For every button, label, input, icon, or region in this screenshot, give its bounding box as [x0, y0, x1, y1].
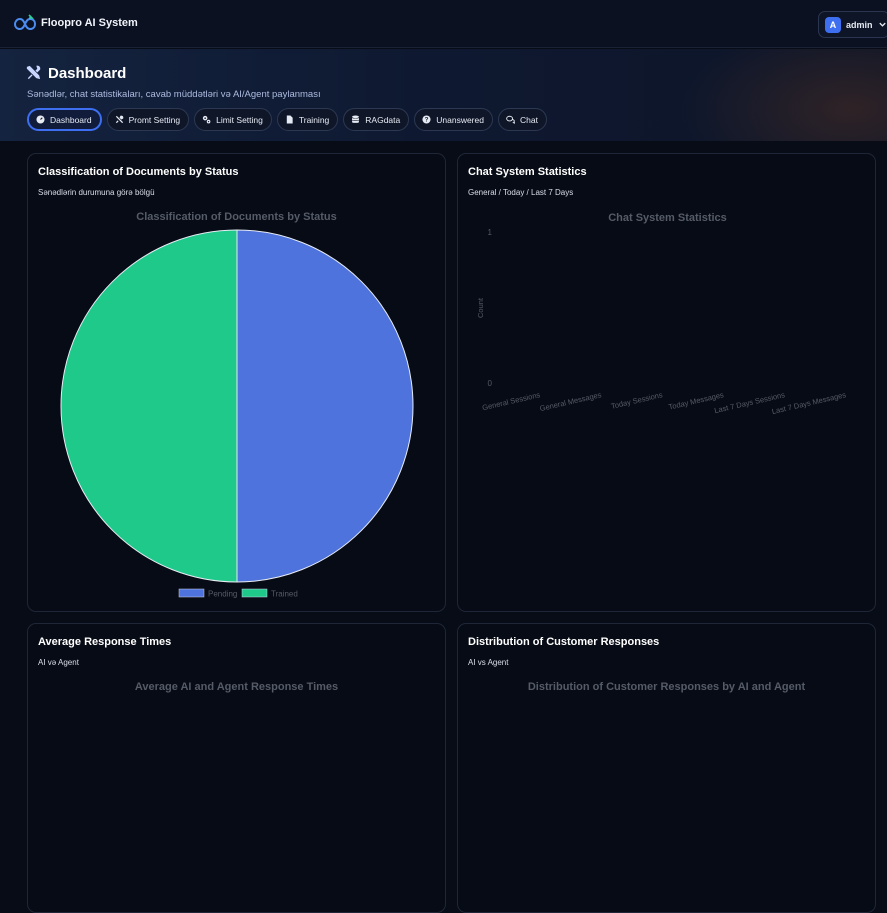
tab-label: Promt Setting [128, 114, 181, 125]
user-name: admin [846, 19, 873, 30]
pie-slice-trained[interactable] [60, 229, 238, 583]
file-icon [286, 115, 293, 124]
card-subtitle: AI vs Agent [468, 658, 509, 667]
pie-slice-pending[interactable] [236, 229, 414, 583]
tools-icon [26, 65, 41, 80]
tab-limit-setting[interactable]: Limit Setting [194, 108, 272, 131]
tab-promt-setting[interactable]: Promt Setting [106, 108, 190, 131]
card-title: Distribution of Customer Responses [468, 636, 660, 648]
app-title: Floopro AI System [41, 17, 138, 29]
x-tick-label: General Messages [539, 390, 603, 413]
tab-training[interactable]: Training [276, 108, 339, 131]
top-bar: Floopro AI System A admin [0, 0, 887, 48]
question-icon: ? [422, 115, 431, 124]
chat-statistics-bar-chart: 0 1 Count General SessionsGeneral Messages T… [476, 228, 847, 416]
card-title: Average Response Times [38, 636, 172, 648]
tab-label: Chat [519, 114, 538, 125]
user-menu-button[interactable]: A admin [818, 11, 887, 38]
tab-label: Unanswered [436, 114, 484, 125]
y-axis-label: Count [476, 297, 485, 318]
legend-swatch-pending[interactable] [178, 588, 205, 598]
infinity-logo-icon[interactable] [14, 14, 36, 32]
tab-chat[interactable]: Chat [497, 108, 547, 131]
tab-label: RAGdata [365, 114, 401, 125]
legend-swatch-trained[interactable] [241, 588, 268, 598]
tab-label: Dashboard [50, 114, 92, 125]
chat-statistics-card: Chat System Statistics General / Today /… [457, 153, 876, 612]
y-tick-label: 0 [488, 379, 493, 388]
page-title: Dashboard [48, 65, 127, 82]
documents-pie-chart: Pending Trained [60, 229, 414, 599]
tab-unanswered[interactable]: ? Unanswered [414, 108, 493, 131]
nav-tabs: Dashboard Promt Setting Limit Setting Tr… [27, 108, 547, 131]
avatar: A [825, 16, 841, 33]
database-icon [352, 115, 360, 123]
page-subtitle: Sənədlər, chat statistikaları, cavab müd… [27, 89, 321, 100]
card-subtitle: AI və Agent [38, 658, 79, 667]
documents-status-card: Classification of Documents by Status Sə… [27, 153, 446, 612]
gears-icon [202, 115, 211, 124]
response-times-card: Average Response Times AI və Agent Avera… [27, 623, 446, 913]
x-tick-label: Today Sessions [610, 390, 663, 411]
legend-label-trained[interactable]: Trained [271, 590, 298, 599]
chart-title: Average AI and Agent Response Times [134, 681, 339, 693]
chevron-down-icon [878, 22, 886, 27]
tab-label: Training [298, 114, 330, 125]
y-tick-label: 1 [488, 228, 493, 237]
tab-label: Limit Setting [216, 114, 263, 125]
svg-text:?: ? [425, 117, 429, 124]
chart-title: Distribution of Customer Responses by AI… [527, 681, 806, 693]
tab-ragdata[interactable]: RAGdata [343, 108, 410, 131]
x-tick-label: General Sessions [481, 390, 541, 412]
dashboard-icon [36, 115, 45, 124]
tab-dashboard[interactable]: Dashboard [27, 108, 102, 131]
customer-responses-card: Distribution of Customer Responses AI vs… [457, 623, 876, 913]
tools-icon [115, 115, 123, 124]
legend-label-pending[interactable]: Pending [208, 590, 237, 599]
chat-icon [506, 115, 515, 124]
